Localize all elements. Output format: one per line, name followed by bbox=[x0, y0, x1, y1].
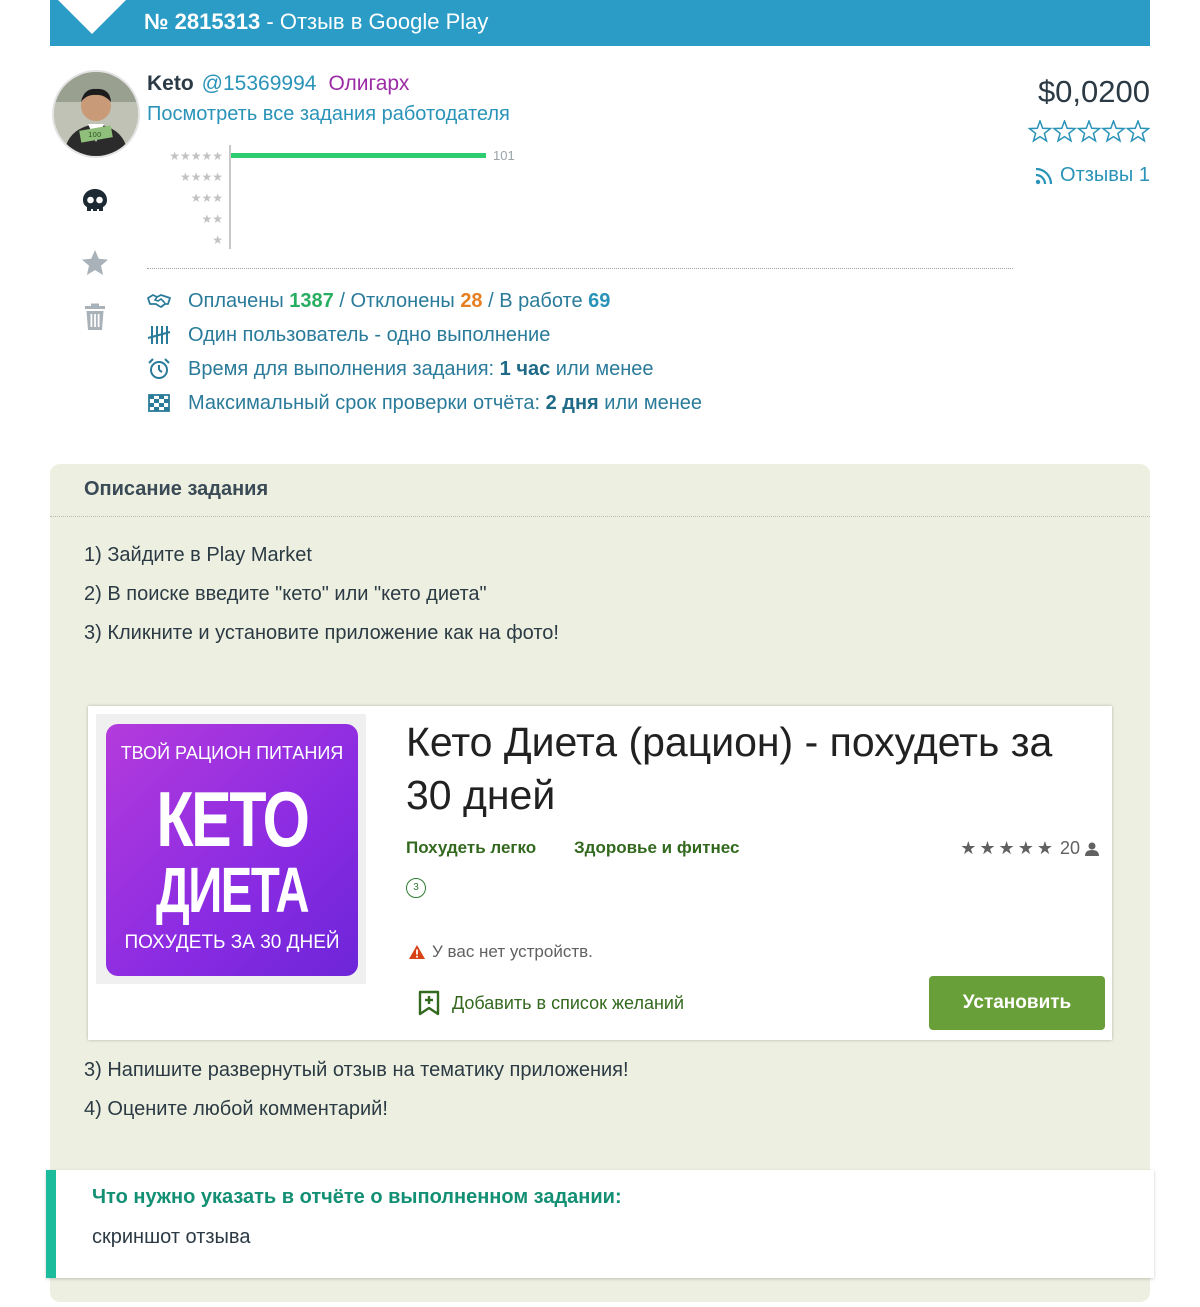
app-developer: Похудеть легко bbox=[406, 838, 537, 857]
avatar[interactable]: 100 bbox=[52, 70, 140, 158]
all-tasks-link[interactable]: Посмотреть все задания работодателя bbox=[147, 103, 510, 126]
dotted-separator bbox=[147, 268, 1013, 269]
rating-bar bbox=[231, 153, 486, 158]
report-requirements-box: Что нужно указать в отчёте о выполненном… bbox=[46, 1170, 1154, 1278]
inwork-label: В работе bbox=[499, 289, 583, 312]
app-icon-text-top: ТВОЙ РАЦИОН ПИТАНИЯ bbox=[120, 743, 344, 763]
reviews-link[interactable]: Отзывы 1 bbox=[1034, 164, 1150, 187]
app-title: Кето Диета (рацион) - похудеть за 30 дне… bbox=[406, 719, 1053, 818]
rating-row-stars: ★ bbox=[212, 233, 223, 247]
instruction-line: 3) Напишите развернутый отзыв на тематик… bbox=[84, 1059, 629, 1081]
install-button[interactable]: Установить bbox=[929, 976, 1105, 1030]
employer-rating-stars bbox=[1027, 118, 1151, 149]
person-icon bbox=[1085, 842, 1099, 856]
star-outline-icon bbox=[1051, 118, 1078, 143]
stats-check-row: Максимальный срок проверки отчёта: 2 дня… bbox=[147, 391, 702, 415]
employer-rank: Олигарх bbox=[328, 72, 410, 95]
task-header-title: № 2815313 - Отзыв в Google Play bbox=[144, 8, 488, 36]
app-rating: ★★★★★ 20 bbox=[960, 838, 1100, 859]
app-icon-frame: ТВОЙ РАЦИОН ПИТАНИЯ КЕТО ДИЕТА ПОХУДЕТЬ … bbox=[96, 714, 366, 984]
rejected-count: 28 bbox=[460, 289, 483, 312]
rating-row-stars: ★★★ bbox=[191, 191, 223, 205]
trash-icon[interactable] bbox=[80, 302, 110, 332]
app-icon-image: ТВОЙ РАЦИОН ПИТАНИЯ КЕТО ДИЕТА ПОХУДЕТЬ … bbox=[106, 724, 358, 976]
instruction-line: 1) Зайдите в Play Market bbox=[84, 544, 312, 566]
app-rating-count: 20 bbox=[1059, 838, 1080, 858]
checkered-flag-icon bbox=[147, 391, 171, 415]
instruction-line: 2) В поиске введите "кето" или "кето дие… bbox=[84, 583, 487, 605]
check-suffix: или менее bbox=[604, 391, 703, 414]
employer-name[interactable]: Keto bbox=[147, 72, 194, 95]
check-label: Максимальный срок проверки отчёта: bbox=[188, 391, 541, 414]
bookmark-add-icon bbox=[418, 990, 440, 1016]
svg-text:100: 100 bbox=[88, 131, 101, 139]
rating-bar-count: 101 bbox=[493, 148, 515, 163]
rss-icon bbox=[1035, 167, 1053, 184]
separator: / bbox=[339, 289, 345, 312]
alarm-clock-icon bbox=[147, 357, 171, 381]
app-rating-stars: ★★★★★ bbox=[960, 838, 1056, 858]
stats-payments-row: Оплачены 1387 / Отклонены 28 / В работе … bbox=[147, 289, 610, 313]
no-devices-warning: У вас нет устройств. bbox=[408, 942, 593, 962]
inwork-count: 69 bbox=[588, 289, 611, 312]
task-description-card: Описание задания 1) Зайдите в Play Marke… bbox=[46, 464, 1154, 1302]
rating-row-stars: ★★ bbox=[201, 212, 223, 226]
separator: / bbox=[488, 289, 494, 312]
wishlist-label: Добавить в список желаний bbox=[452, 992, 685, 1013]
one-user-text: Один пользователь - одно выполнение bbox=[188, 323, 551, 346]
report-requirements-title: Что нужно указать в отчёте о выполненном… bbox=[92, 1186, 622, 1208]
description-separator bbox=[50, 516, 1150, 517]
instruction-line: 3) Кликните и установите приложение как … bbox=[84, 622, 559, 644]
no-devices-text: У вас нет устройств. bbox=[432, 942, 593, 961]
star-outline-icon bbox=[1076, 118, 1102, 143]
warning-icon bbox=[409, 945, 425, 959]
employer-id[interactable]: @15369994 bbox=[202, 72, 317, 95]
rating-row-stars: ★★★★ bbox=[180, 170, 223, 184]
app-category: Здоровье и фитнес bbox=[574, 838, 740, 857]
task-number: № 2815313 bbox=[144, 9, 261, 34]
star-outline-icon bbox=[1027, 118, 1053, 143]
task-type: - Отзыв в Google Play bbox=[260, 9, 489, 34]
age-rating-badge: 3 bbox=[406, 878, 426, 898]
paid-count: 1387 bbox=[289, 289, 334, 312]
add-to-wishlist[interactable]: Добавить в список желаний bbox=[418, 990, 684, 1016]
rating-row-stars: ★★★★★ bbox=[169, 149, 223, 163]
skull-icon[interactable] bbox=[80, 186, 110, 216]
rating-breakdown-chart: ★★★★★ 101 ★★★★ ★★★ ★★ ★ bbox=[150, 143, 530, 251]
app-icon-text-bottom: ПОХУДЕТЬ ЗА 30 ДНЕЙ bbox=[124, 932, 340, 953]
reviews-link-label: Отзывы 1 bbox=[1060, 164, 1150, 186]
check-value: 2 дня bbox=[545, 391, 599, 414]
stats-one-user-row: Один пользователь - одно выполнение bbox=[147, 323, 550, 347]
employer-info: Keto @15369994 Олигарх bbox=[147, 72, 409, 96]
handshake-icon bbox=[147, 289, 171, 313]
rejected-label: Отклонены bbox=[350, 289, 455, 312]
star-outline-icon bbox=[1125, 118, 1151, 143]
star-outline-icon bbox=[1100, 118, 1127, 143]
header-notch-decoration bbox=[58, 0, 126, 34]
description-title: Описание задания bbox=[84, 478, 269, 500]
report-requirements-text: скриншот отзыва bbox=[92, 1226, 251, 1248]
star-icon[interactable] bbox=[80, 248, 110, 278]
instruction-line: 4) Оцените любой комментарий! bbox=[84, 1098, 388, 1120]
app-icon-text-keto: КЕТО bbox=[156, 775, 310, 863]
time-value: 1 час bbox=[499, 357, 551, 380]
time-suffix: или менее bbox=[555, 357, 654, 380]
app-listing-screenshot: ТВОЙ РАЦИОН ПИТАНИЯ КЕТО ДИЕТА ПОХУДЕТЬ … bbox=[88, 706, 1112, 1040]
paid-label: Оплачены bbox=[188, 289, 284, 312]
app-icon-text-dieta: ДИЕТА bbox=[155, 854, 310, 926]
time-label: Время для выполнения задания: bbox=[188, 357, 495, 380]
task-price: $0,0200 bbox=[1037, 74, 1150, 109]
tally-icon bbox=[147, 323, 171, 347]
stats-time-row: Время для выполнения задания: 1 час или … bbox=[147, 357, 654, 381]
